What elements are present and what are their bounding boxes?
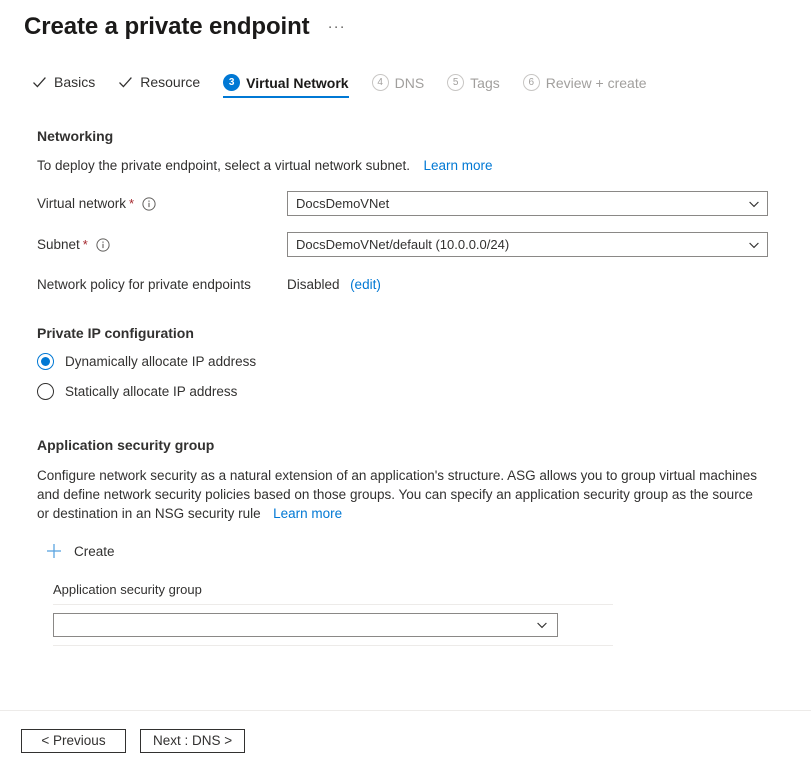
chevron-down-icon [747,238,761,252]
page-header: Create a private endpoint ··· [0,0,811,44]
plus-icon [46,543,62,559]
subnet-row: Subnet * DocsDemoVNet/default (10.0.0.0/… [37,232,811,257]
network-policy-value-group: Disabled (edit) [287,277,381,292]
step-number-badge: 4 [372,74,389,91]
step-number-badge: 5 [447,74,464,91]
info-icon[interactable] [96,238,110,252]
required-indicator: * [129,196,134,211]
page-title: Create a private endpoint [24,10,310,44]
chevron-down-icon [747,197,761,211]
asg-heading: Application security group [37,437,811,453]
check-icon [32,75,47,90]
networking-heading: Networking [37,128,811,144]
tab-resource[interactable]: Resource [118,74,200,97]
subnet-label-text: Subnet [37,237,80,252]
tab-label: Tags [470,75,500,91]
table-divider [53,645,613,646]
subnet-dropdown[interactable]: DocsDemoVNet/default (10.0.0.0/24) [287,232,768,257]
radio-dot [41,357,50,366]
radio-label: Statically allocate IP address [65,384,237,399]
asg-select-dropdown[interactable] [53,613,558,637]
tab-dns[interactable]: 4 DNS [372,74,425,98]
check-icon [118,75,133,90]
virtual-network-value: DocsDemoVNet [296,192,389,215]
networking-description-text: To deploy the private endpoint, select a… [37,158,410,173]
info-icon[interactable] [142,197,156,211]
network-policy-edit-link[interactable]: (edit) [350,277,381,292]
tab-review-create[interactable]: 6 Review + create [523,74,647,98]
subnet-value: DocsDemoVNet/default (10.0.0.0/24) [296,233,509,256]
next-button[interactable]: Next : DNS > [140,729,245,753]
tab-label: Review + create [546,75,647,91]
network-policy-label: Network policy for private endpoints [37,277,287,292]
asg-learn-more-link[interactable]: Learn more [273,506,342,521]
wizard-tab-list: Basics Resource 3 Virtual Network 4 DNS … [0,74,811,106]
radio-static-allocate[interactable]: Statically allocate IP address [37,381,811,401]
virtual-network-row: Virtual network * DocsDemoVNet [37,191,811,216]
private-ip-radio-group: Dynamically allocate IP address Statical… [37,351,811,401]
network-policy-row: Network policy for private endpoints Dis… [37,277,811,292]
tab-tags[interactable]: 5 Tags [447,74,500,98]
required-indicator: * [83,237,88,252]
tab-label: Resource [140,74,200,90]
application-security-group-section: Application security group Configure net… [37,437,811,646]
tab-label: DNS [395,75,425,91]
create-asg-button[interactable]: Create [46,543,115,559]
networking-description: To deploy the private endpoint, select a… [37,156,811,175]
radio-dynamic-allocate[interactable]: Dynamically allocate IP address [37,351,811,371]
network-policy-value: Disabled [287,277,340,292]
table-row [53,605,613,645]
step-number-badge: 3 [223,74,240,91]
virtual-network-label: Virtual network * [37,196,287,211]
asg-table: Application security group [53,582,613,646]
radio-button-selected-icon [37,353,54,370]
virtual-network-label-text: Virtual network [37,196,126,211]
form-content: Networking To deploy the private endpoin… [0,128,811,646]
radio-button-unselected-icon [37,383,54,400]
virtual-network-dropdown[interactable]: DocsDemoVNet [287,191,768,216]
footer-divider [0,710,811,711]
wizard-footer: < Previous Next : DNS > [21,729,259,753]
networking-learn-more-link[interactable]: Learn more [424,158,493,173]
asg-column-header: Application security group [53,582,613,604]
asg-description-text: Configure network security as a natural … [37,468,757,521]
step-number-badge: 6 [523,74,540,91]
tab-label: Basics [54,74,95,90]
tab-basics[interactable]: Basics [32,74,95,97]
asg-description: Configure network security as a natural … [37,466,767,523]
subnet-label: Subnet * [37,237,287,252]
tab-label: Virtual Network [246,75,348,91]
create-asg-label: Create [74,544,115,559]
chevron-down-icon [535,618,549,632]
previous-button[interactable]: < Previous [21,729,126,753]
radio-label: Dynamically allocate IP address [65,354,256,369]
private-ip-heading: Private IP configuration [37,325,811,341]
more-actions-icon[interactable]: ··· [328,17,346,37]
tab-virtual-network[interactable]: 3 Virtual Network [223,74,348,98]
